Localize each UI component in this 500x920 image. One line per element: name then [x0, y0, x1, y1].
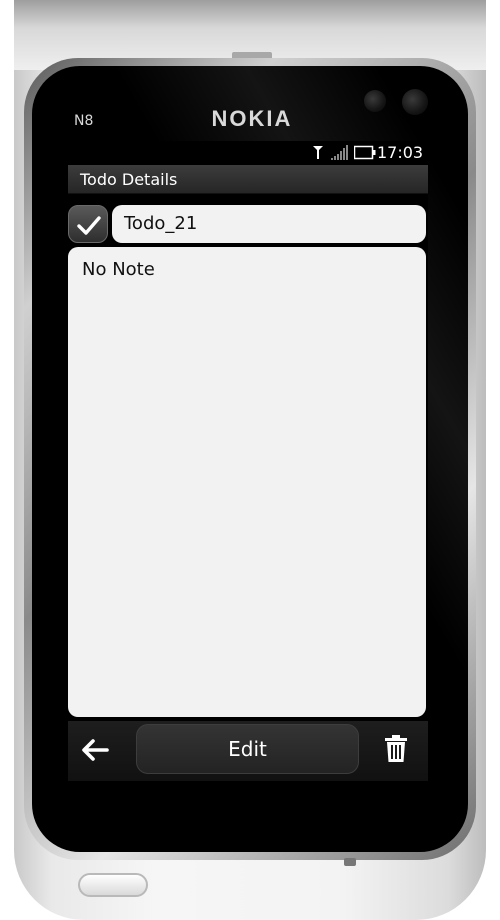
page-title: Todo Details: [80, 170, 178, 189]
todo-note-field[interactable]: No Note: [68, 247, 426, 717]
antenna-icon: [312, 144, 324, 163]
back-arrow-icon: [82, 739, 109, 761]
battery-icon: [353, 145, 376, 164]
back-button[interactable]: [80, 737, 114, 767]
trash-icon: [385, 735, 407, 762]
screen: 17:03 Todo Details Todo_21 No Note Edit: [68, 141, 428, 781]
bottom-toolbar: Edit: [68, 721, 428, 781]
microphone-slot: [344, 858, 356, 866]
status-bar: 17:03: [68, 141, 428, 165]
title-bar: Todo Details: [68, 165, 428, 194]
front-camera-icon: [402, 89, 428, 115]
brand-logo: NOKIA: [211, 106, 293, 131]
completed-checkbox[interactable]: [68, 205, 108, 243]
delete-button[interactable]: [384, 735, 412, 765]
signal-strength-icon: [331, 145, 351, 164]
model-label: N8: [74, 113, 94, 129]
checkmark-icon: [77, 216, 101, 235]
home-key[interactable]: [78, 873, 148, 897]
todo-name-field[interactable]: Todo_21: [112, 205, 426, 243]
status-time: 17:03: [377, 143, 424, 162]
proximity-sensor-icon: [364, 90, 386, 112]
edit-button[interactable]: Edit: [136, 724, 359, 774]
